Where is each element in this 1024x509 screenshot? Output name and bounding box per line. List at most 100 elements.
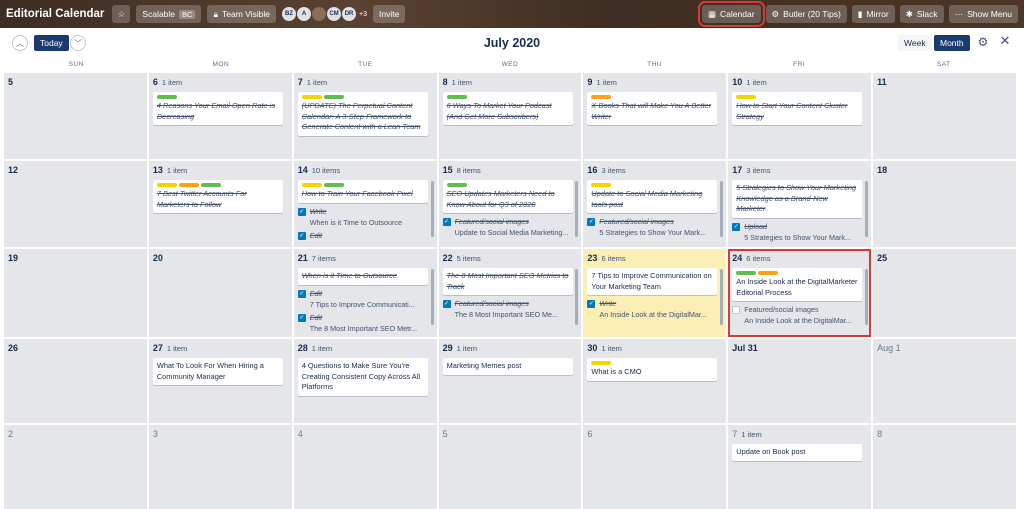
cell-scrollbar[interactable] [430, 181, 434, 237]
star-icon[interactable]: ☆ [112, 5, 131, 23]
week-view-button[interactable]: Week [898, 35, 932, 51]
scalable-button[interactable]: Scalable BC [136, 5, 202, 23]
calendar-card[interactable]: What To Look For When Hiring a Community… [152, 358, 283, 385]
month-view-button[interactable]: Month [934, 35, 970, 51]
avatar[interactable] [312, 7, 327, 21]
day-cell[interactable]: 13 1 item 7 Best Twitter Accounts For Mark… [148, 161, 292, 247]
day-cell[interactable]: 21 7 items When is it Time to Outsource ✓ Ed… [293, 249, 437, 337]
checklist-item[interactable]: ✓ Edit [297, 313, 433, 323]
cell-scrollbar[interactable] [720, 269, 724, 325]
day-cell[interactable]: 25 [873, 249, 1016, 337]
day-cell[interactable]: 20 [148, 249, 292, 337]
day-cell[interactable]: 24 6 items An Inside Look at the DigitalMa… [728, 249, 872, 337]
day-cell[interactable]: 29 1 item Marketing Memes post [438, 339, 582, 423]
avatar[interactable]: BZ [282, 7, 297, 21]
checklist-item[interactable]: ✓ Upload [732, 222, 867, 232]
day-cell[interactable]: 22 5 items The 8 Most Important SEO Metric… [438, 249, 582, 337]
day-cell[interactable]: 5 [4, 73, 147, 159]
cell-scrollbar[interactable] [430, 269, 434, 325]
day-cell[interactable]: 19 [4, 249, 147, 337]
calendar-card[interactable]: When is it Time to Outsource [297, 268, 428, 285]
calendar-card[interactable]: Update to Social Media Marketing tools p… [587, 180, 718, 213]
avatar[interactable]: DR [342, 7, 357, 21]
checkbox-checked-icon[interactable]: ✓ [442, 300, 451, 308]
day-cell[interactable]: 16 3 items Update to Social Media Marketin… [583, 161, 727, 247]
checkbox-checked-icon[interactable]: ✓ [297, 289, 306, 298]
calendar-card[interactable]: 4 Questions to Make Sure You're Creating… [297, 358, 428, 396]
calendar-card[interactable]: The 8 Most Important SEO Metrics to Trac… [442, 268, 573, 295]
cell-scrollbar[interactable] [865, 181, 869, 237]
checklist-item[interactable]: ✓ Featured/social images [587, 217, 722, 227]
day-cell[interactable]: 28 1 item 4 Questions to Make Sure You're … [293, 339, 437, 423]
calendar-card[interactable]: What is a CMO [587, 358, 718, 381]
cell-scrollbar[interactable] [865, 269, 869, 325]
calendar-card[interactable]: (UPDATE) The Perpetual Content Calendar:… [297, 92, 428, 136]
checkbox-checked-icon[interactable]: ✓ [587, 300, 596, 308]
calendar-card[interactable]: X Books That will Make You A Better Writ… [587, 92, 718, 125]
cell-scrollbar[interactable] [720, 181, 724, 237]
day-cell[interactable]: 2 [4, 425, 147, 509]
checklist-item[interactable]: ✓ Featured/social images [442, 299, 578, 309]
avatar[interactable]: CM [327, 7, 342, 21]
checklist-item[interactable]: ✓ Write [587, 299, 722, 309]
checkbox-checked-icon[interactable]: ✓ [732, 222, 741, 231]
calendar-card[interactable]: Marketing Memes post [442, 358, 573, 375]
day-cell[interactable]: 14 10 items How to Train Your Facebook Pix… [293, 161, 437, 247]
day-cell[interactable]: 61 item 4 Reasons Your Email Open Rate is… [148, 73, 292, 159]
avatar[interactable]: A [297, 7, 312, 21]
day-cell[interactable]: 26 [4, 339, 147, 423]
calendar-card[interactable]: An Inside Look at the DigitalMarketer Ed… [732, 268, 863, 301]
checkbox-checked-icon[interactable]: ✓ [587, 218, 596, 226]
calendar-card[interactable]: How to Train Your Facebook Pixel [297, 180, 428, 203]
cell-scrollbar[interactable] [575, 269, 579, 325]
day-cell[interactable]: 23 6 items 7 Tips to Improve Communication… [583, 249, 727, 337]
day-cell[interactable]: 27 1 item What To Look For When Hiring a C… [148, 339, 292, 423]
day-cell[interactable]: 81 item 6 Ways To Market Your Podcast (An… [438, 73, 582, 159]
day-cell[interactable]: 6 [583, 425, 727, 509]
day-cell[interactable]: 11 [873, 73, 1016, 159]
day-cell[interactable]: 10 1 item How to Start Your Content Cluste… [728, 73, 872, 159]
visibility-button[interactable]: 🔒︎ Team Visible [207, 5, 277, 23]
calendar-card[interactable]: 7 Best Twitter Accounts For Marketers to… [152, 180, 283, 213]
checkbox-checked-icon[interactable]: ✓ [297, 313, 306, 322]
checklist-item[interactable]: ✓ Write [297, 207, 433, 217]
day-cell[interactable]: 12 [4, 161, 147, 247]
slack-button[interactable]: ✱ Slack [899, 5, 944, 23]
checkbox-checked-icon[interactable]: ✓ [297, 231, 306, 240]
butler-button[interactable]: ⚙ Butler (20 Tips) [765, 5, 847, 23]
calendar-card[interactable]: 4 Reasons Your Email Open Rate is Decrea… [152, 92, 283, 125]
calendar-card[interactable]: 7 Tips to Improve Communication on Your … [587, 268, 718, 295]
day-cell[interactable]: 3 [148, 425, 292, 509]
day-cell[interactable]: 18 [873, 161, 1016, 247]
gear-icon[interactable]: ⚙ [976, 35, 990, 49]
day-cell[interactable]: 5 [438, 425, 582, 509]
mirror-button[interactable]: ▮ Mirror [851, 5, 895, 23]
calendar-card[interactable]: Update on Book post [732, 444, 863, 461]
day-cell[interactable]: 15 8 items SEO Updates Marketers Need to K… [438, 161, 582, 247]
calendar-card[interactable]: SEO Updates Marketers Need to Know About… [442, 180, 573, 213]
day-cell[interactable]: 30 1 item What is a CMO [583, 339, 727, 423]
checklist-item[interactable]: ✓ Edit [297, 289, 433, 299]
calendar-powerup-button[interactable]: ▦ Calendar [698, 1, 765, 27]
day-cell[interactable]: 4 [293, 425, 437, 509]
close-icon[interactable]: ✕ [998, 34, 1012, 48]
checkbox-checked-icon[interactable]: ✓ [297, 207, 306, 216]
cell-scrollbar[interactable] [575, 181, 579, 237]
board-title[interactable]: Editorial Calendar [6, 8, 104, 20]
day-cell[interactable]: Jul 31 [728, 339, 872, 423]
invite-button[interactable]: Invite [373, 5, 406, 23]
more-members-count[interactable]: +3 [359, 11, 367, 18]
day-cell[interactable]: Aug 1 [873, 339, 1016, 423]
checklist-item[interactable]: Featured/social images [732, 305, 867, 315]
calendar-card[interactable]: How to Start Your Content Cluster Strate… [732, 92, 863, 125]
checkbox-checked-icon[interactable]: ✓ [442, 218, 451, 226]
day-cell[interactable]: 71 item Update on Book post [728, 425, 872, 509]
day-cell[interactable]: 71 item (UPDATE) The Perpetual Content Ca… [293, 73, 437, 159]
day-cell[interactable]: 17 3 items 5 Strategies to Show Your Marke… [728, 161, 872, 247]
checklist-item[interactable]: ✓ Featured/social images [442, 217, 578, 227]
calendar-card[interactable]: 6 Ways To Market Your Podcast (And Get M… [442, 92, 573, 125]
checkbox-empty-icon[interactable] [732, 306, 741, 314]
show-menu-button[interactable]: ⋯ Show Menu [948, 5, 1018, 23]
day-cell[interactable]: 91 item X Books That will Make You A Bett… [583, 73, 727, 159]
day-cell[interactable]: 8 [873, 425, 1016, 509]
